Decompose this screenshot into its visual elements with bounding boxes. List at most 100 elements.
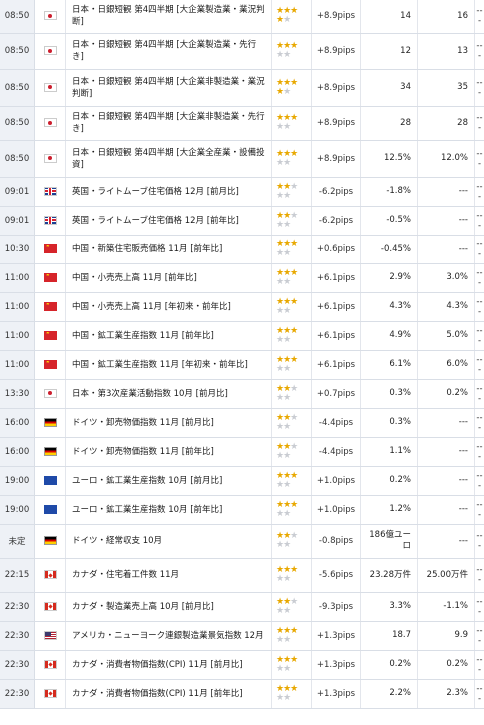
star-icon: ★ xyxy=(290,383,298,394)
indicator-name[interactable]: 中国・小売売上高 11月 [前年比] xyxy=(65,263,272,293)
indicator-name[interactable]: 日本・日銀短観 第4四半期 [大企業非製造業・先行き] xyxy=(65,106,272,141)
canada-flag-icon xyxy=(43,601,57,611)
previous-value: 1.2% xyxy=(360,495,418,525)
uk-flag-icon xyxy=(43,186,57,196)
table-row[interactable]: 09:01 英国・ライトムーブ住宅価格 12月 [前年比] ★★★ ★★ -6.2… xyxy=(0,206,484,236)
indicator-name[interactable]: 英国・ライトムーブ住宅価格 12月 [前年比] xyxy=(65,206,272,236)
table-row[interactable]: 08:50 日本・日銀短観 第4四半期 [大企業製造業・業況判断] ★★★ ★★ … xyxy=(0,0,484,34)
table-row[interactable]: 19:00 ユーロ・鉱工業生産指数 10月 [前月比] ★★★ ★★ +1.0pi… xyxy=(0,466,484,496)
previous-value: 2.9% xyxy=(360,263,418,293)
canada-flag-icon xyxy=(43,570,57,579)
star-icon: ★ xyxy=(283,157,291,168)
china-flag-icon xyxy=(43,301,57,311)
indicator-name[interactable]: ドイツ・経常収支 10月 xyxy=(65,524,272,559)
star-icon: ★ xyxy=(283,663,291,674)
indicator-name[interactable]: 日本・日銀短観 第4四半期 [大企業非製造業・業況判断] xyxy=(65,69,272,107)
result-value: --- xyxy=(474,140,484,178)
table-row[interactable]: 09:01 英国・ライトムーブ住宅価格 12月 [前月比] ★★★ ★★ -6.2… xyxy=(0,177,484,207)
importance-rating: ★★★ ★★ xyxy=(271,621,312,651)
table-row[interactable]: 22:30 カナダ・消費者物価指数(CPI) 11月 [前年比] ★★★ ★★ +… xyxy=(0,679,484,709)
star-icon: ★ xyxy=(290,625,298,636)
table-row[interactable]: 22:15 カナダ・住宅着工件数 11月 ★★★ ★★ -5.6pips 23.2… xyxy=(0,558,484,593)
indicator-name[interactable]: ユーロ・鉱工業生産指数 10月 [前月比] xyxy=(65,466,272,496)
pips-value: +8.9pips xyxy=(311,33,361,70)
result-value: --- xyxy=(474,292,484,322)
table-row[interactable]: 10:30 中国・新築住宅販売価格 11月 [前年比] ★★★★★ +0.6pi… xyxy=(0,235,484,264)
indicator-name[interactable]: 日本・日銀短観 第4四半期 [大企業製造業・業況判断] xyxy=(65,0,272,34)
table-row[interactable]: 16:00 ドイツ・卸売物価指数 11月 [前月比] ★★★ ★★ -4.4pip… xyxy=(0,408,484,438)
indicator-name[interactable]: 中国・小売売上高 11月 [年初来・前年比] xyxy=(65,292,272,322)
star-icon: ★ xyxy=(290,6,298,17)
result-value: --- xyxy=(474,235,484,264)
forecast-value: --- xyxy=(417,524,475,559)
result-value: --- xyxy=(474,33,484,70)
event-time: 09:01 xyxy=(0,177,35,207)
pips-value: +6.1pips xyxy=(311,263,361,293)
previous-value: 23.28万件 xyxy=(360,558,418,593)
forecast-value: --- xyxy=(417,408,475,438)
star-icon: ★ xyxy=(283,305,291,316)
event-time: 19:00 xyxy=(0,495,35,525)
forecast-value: 13 xyxy=(417,33,475,70)
indicator-name[interactable]: ドイツ・卸売物価指数 11月 [前年比] xyxy=(65,437,272,467)
importance-rating: ★★★ ★★ xyxy=(271,679,312,709)
result-value: --- xyxy=(474,621,484,651)
star-icon: ★ xyxy=(290,41,298,51)
result-value: --- xyxy=(474,408,484,438)
indicator-name[interactable]: アメリカ・ニューヨーク連銀製造業景気指数 12月 xyxy=(65,621,272,651)
indicator-name[interactable]: カナダ・住宅着工件数 11月 xyxy=(65,558,272,593)
star-icon: ★ xyxy=(283,219,291,230)
pips-value: +6.1pips xyxy=(311,292,361,322)
table-row[interactable]: 11:00 中国・小売売上高 11月 [前年比] ★★★★★ +6.1pips … xyxy=(0,263,484,293)
forecast-value: --- xyxy=(417,437,475,467)
japan-flag-icon xyxy=(43,46,57,55)
result-value: --- xyxy=(474,321,484,351)
table-row[interactable]: 22:30 アメリカ・ニューヨーク連銀製造業景気指数 12月 ★★★ ★★ +1.… xyxy=(0,621,484,651)
result-value: --- xyxy=(474,0,484,34)
result-value: --- xyxy=(474,177,484,207)
event-time: 11:00 xyxy=(0,321,35,351)
indicator-name[interactable]: 英国・ライトムーブ住宅価格 12月 [前月比] xyxy=(65,177,272,207)
japan-flag-icon xyxy=(43,82,57,92)
table-row[interactable]: 未定 ドイツ・経常収支 10月 ★★★ ★★ -0.8pips 186億ユーロ -… xyxy=(0,524,484,559)
star-icon: ★ xyxy=(283,574,291,584)
indicator-name[interactable]: カナダ・消費者物価指数(CPI) 11月 [前月比] xyxy=(65,650,272,680)
table-row[interactable]: 08:50 日本・日銀短観 第4四半期 [大企業全産業・設備投資] ★★★ ★★ … xyxy=(0,140,484,178)
event-time: 08:50 xyxy=(0,106,35,141)
indicator-name[interactable]: 中国・新築住宅販売価格 11月 [前年比] xyxy=(65,235,272,264)
table-row[interactable]: 08:50 日本・日銀短観 第4四半期 [大企業製造業・先行き] ★★★ ★★ +… xyxy=(0,33,484,70)
indicator-name[interactable]: 日本・日銀短観 第4四半期 [大企業全産業・設備投資] xyxy=(65,140,272,178)
star-icon: ★ xyxy=(290,499,298,510)
importance-rating: ★★★ ★★ xyxy=(271,379,312,409)
table-row[interactable]: 11:00 中国・小売売上高 11月 [年初来・前年比] ★★★★★ +6.1p… xyxy=(0,292,484,322)
forecast-value: 9.9 xyxy=(417,621,475,651)
importance-rating: ★★★ ★★ xyxy=(271,524,312,559)
indicator-name[interactable]: 日本・第3次産業活動指数 10月 [前月比] xyxy=(65,379,272,409)
star-icon: ★ xyxy=(283,479,291,490)
table-row[interactable]: 19:00 ユーロ・鉱工業生産指数 10月 [前年比] ★★★ ★★ +1.0pi… xyxy=(0,495,484,525)
indicator-name[interactable]: ドイツ・卸売物価指数 11月 [前月比] xyxy=(65,408,272,438)
star-icon: ★ xyxy=(290,470,298,481)
table-row[interactable]: 16:00 ドイツ・卸売物価指数 11月 [前年比] ★★★ ★★ -4.4pip… xyxy=(0,437,484,467)
previous-value: 0.2% xyxy=(360,650,418,680)
indicator-name[interactable]: 中国・鉱工業生産指数 11月 [年初来・前年比] xyxy=(65,350,272,380)
table-row[interactable]: 08:50 日本・日銀短観 第4四半期 [大企業非製造業・先行き] ★★★ ★★ … xyxy=(0,106,484,141)
table-row[interactable]: 13:30 日本・第3次産業活動指数 10月 [前月比] ★★★ ★★ +0.7p… xyxy=(0,379,484,409)
indicator-name[interactable]: カナダ・消費者物価指数(CPI) 11月 [前年比] xyxy=(65,679,272,709)
indicator-name[interactable]: カナダ・製造業売上高 10月 [前月比] xyxy=(65,592,272,622)
indicator-name[interactable]: ユーロ・鉱工業生産指数 10月 [前年比] xyxy=(65,495,272,525)
usa-flag-icon xyxy=(43,630,57,640)
table-row[interactable]: 11:00 中国・鉱工業生産指数 11月 [年初来・前年比] ★★★★★ +6.… xyxy=(0,350,484,380)
table-row[interactable]: 11:00 中国・鉱工業生産指数 11月 [前年比] ★★★★★ +6.1pip… xyxy=(0,321,484,351)
table-row[interactable]: 22:30 カナダ・消費者物価指数(CPI) 11月 [前月比] ★★★ ★★ +… xyxy=(0,650,484,680)
forecast-value: --- xyxy=(417,177,475,207)
indicator-name[interactable]: 中国・鉱工業生産指数 11月 [前年比] xyxy=(65,321,272,351)
table-row[interactable]: 08:50 日本・日銀短観 第4四半期 [大企業非製造業・業況判断] ★★★ ★★… xyxy=(0,69,484,107)
table-row[interactable]: 22:30 カナダ・製造業売上高 10月 [前月比] ★★★ ★★ -9.3pip… xyxy=(0,592,484,622)
importance-rating: ★★★ ★★ xyxy=(271,558,312,593)
previous-value: 0.3% xyxy=(360,408,418,438)
importance-rating: ★★★ ★★ xyxy=(271,408,312,438)
pips-value: +8.9pips xyxy=(311,106,361,141)
indicator-name[interactable]: 日本・日銀短観 第4四半期 [大企業製造業・先行き] xyxy=(65,33,272,70)
result-value: --- xyxy=(474,495,484,525)
